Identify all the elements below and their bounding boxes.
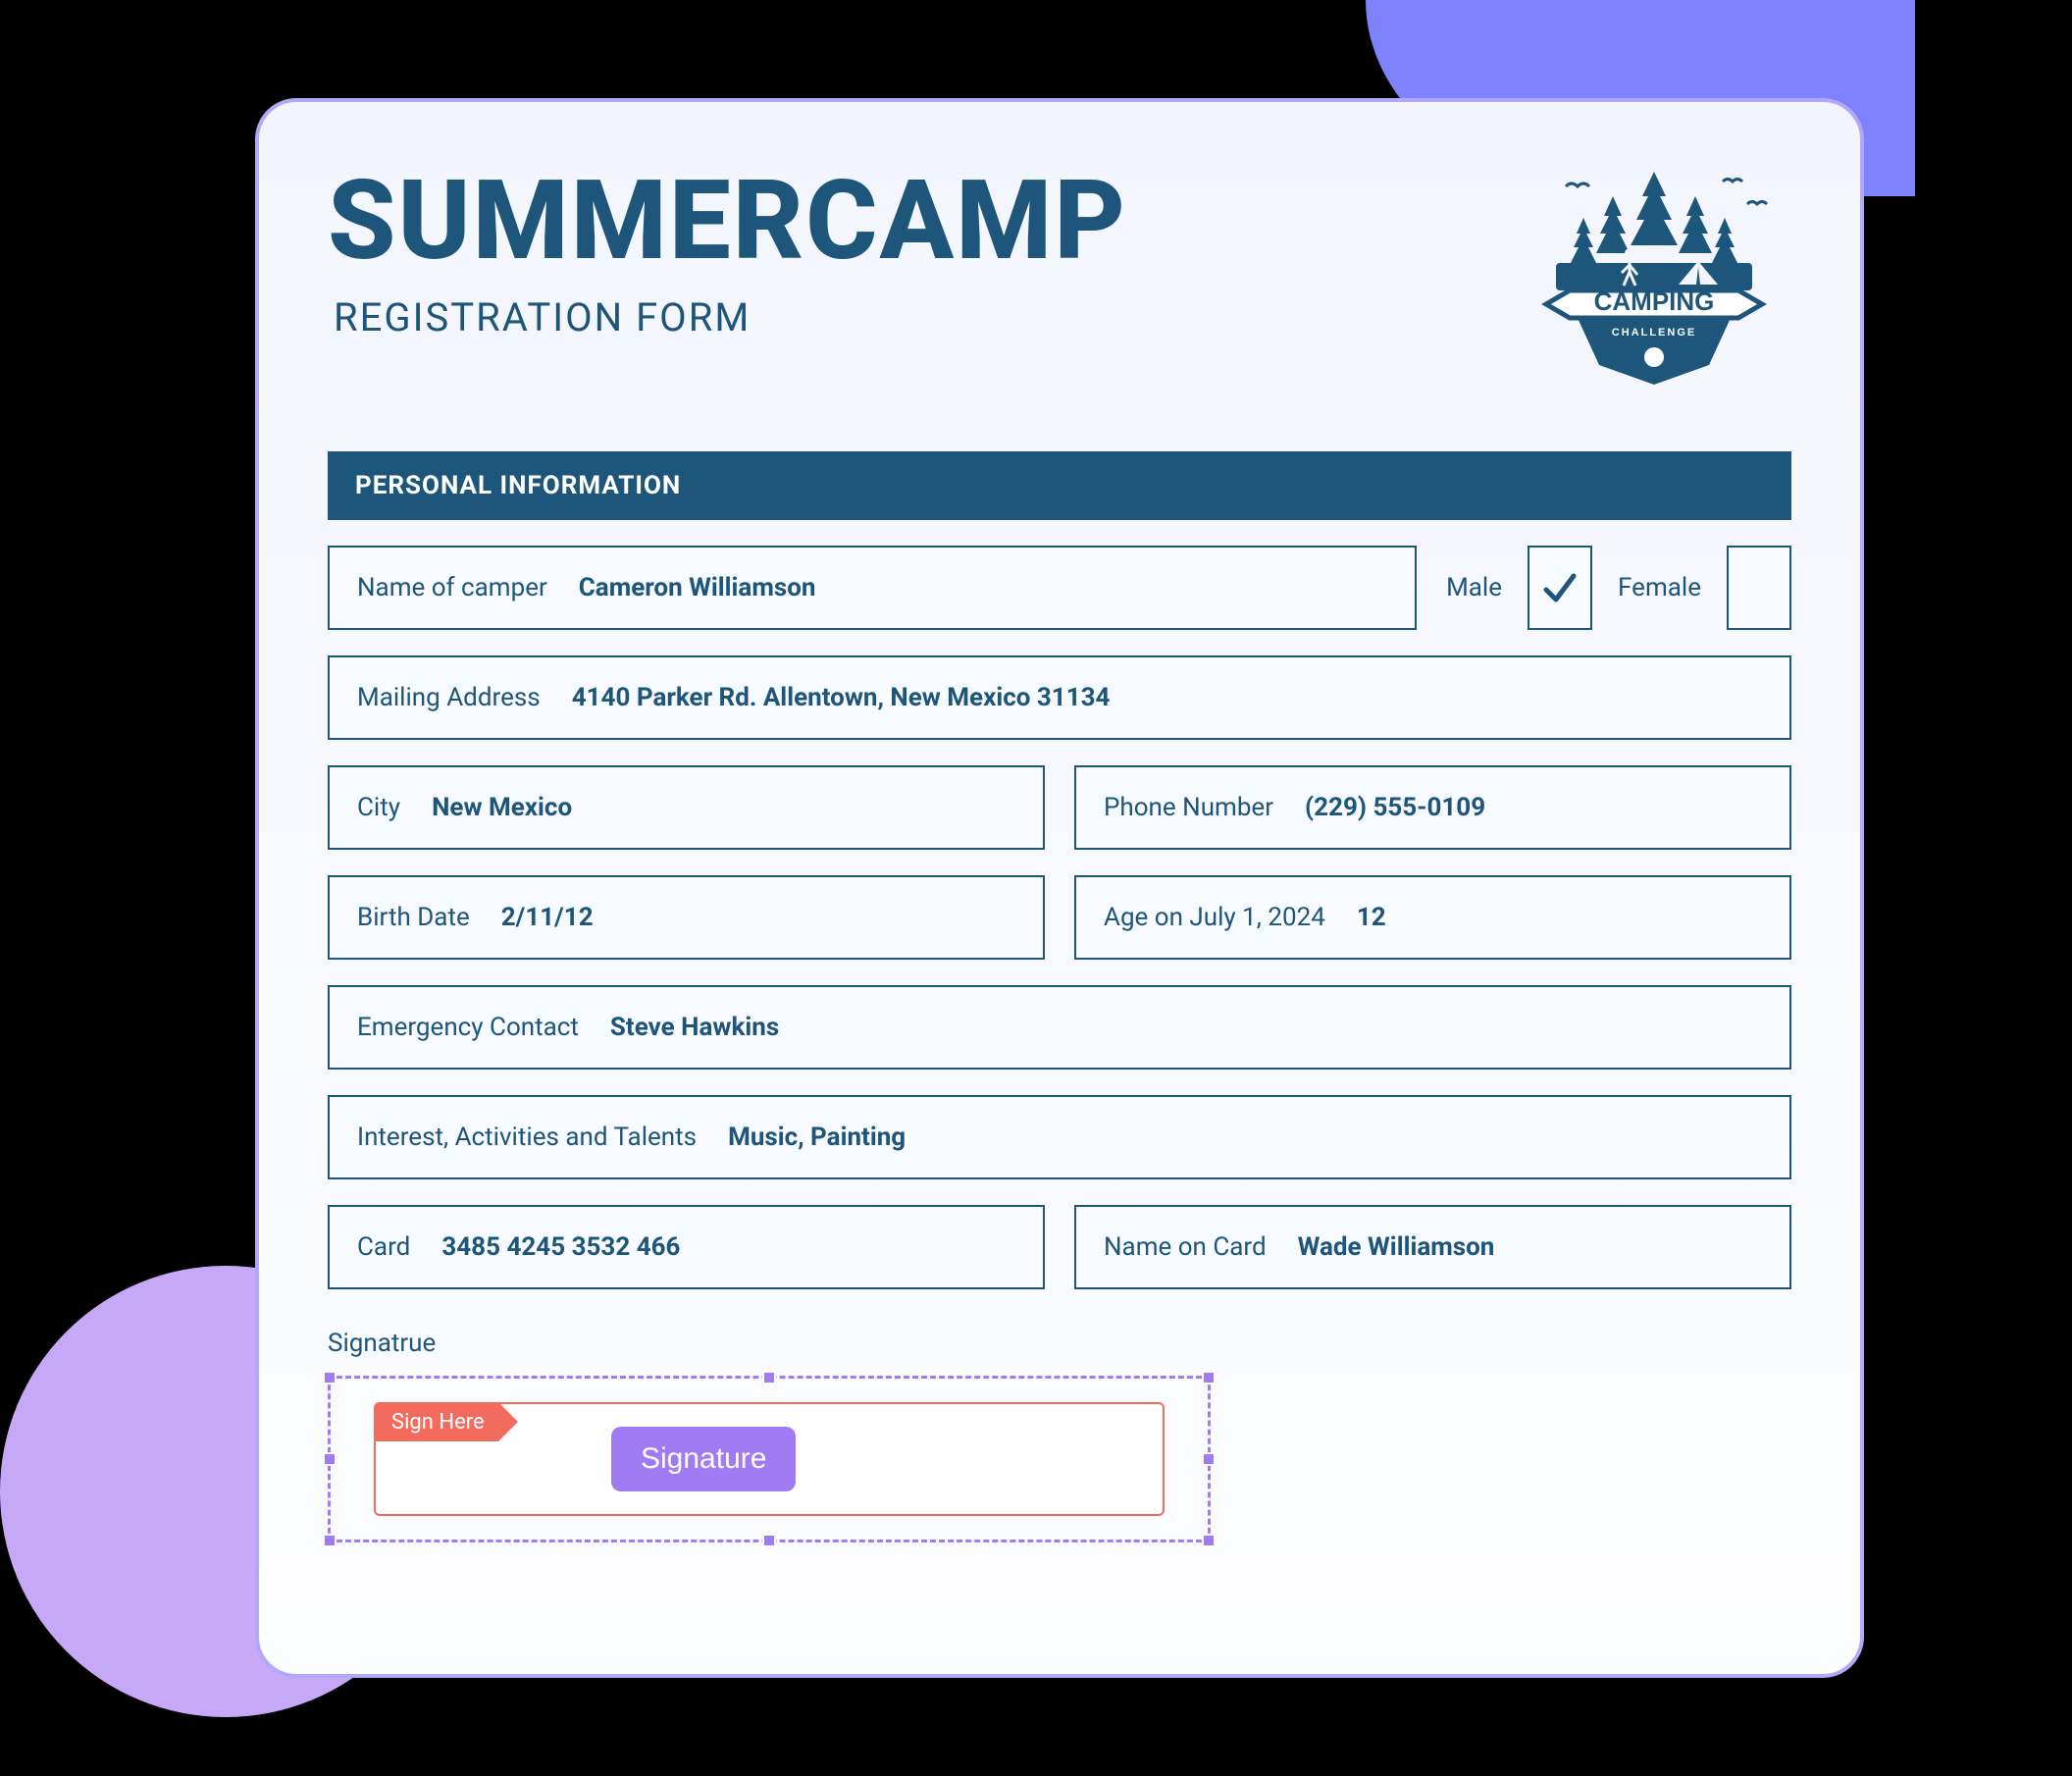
logo-subtext: CHALLENGE (1612, 327, 1696, 339)
interests-field[interactable]: Interest, Activities and Talents Music, … (328, 1095, 1791, 1179)
section-personal-info: PERSONAL INFORMATION (328, 451, 1791, 520)
name-value: Cameron Williamson (579, 573, 816, 602)
birthdate-label: Birth Date (357, 903, 470, 932)
cardname-label: Name on Card (1104, 1232, 1267, 1262)
signature-selection-frame[interactable]: Sign Here Signature (328, 1376, 1211, 1542)
name-label: Name of camper (357, 573, 547, 602)
name-field[interactable]: Name of camper Cameron Williamson (328, 546, 1417, 630)
female-checkbox[interactable] (1727, 546, 1791, 630)
checkmark-icon (1540, 568, 1580, 607)
age-label: Age on July 1, 2024 (1104, 903, 1325, 932)
interests-value: Music, Painting (728, 1123, 906, 1152)
address-value: 4140 Parker Rd. Allentown, New Mexico 31… (572, 683, 1111, 712)
card-value: 3485 4245 3532 466 (441, 1232, 680, 1262)
cardname-field[interactable]: Name on Card Wade Williamson (1074, 1205, 1791, 1289)
emergency-field[interactable]: Emergency Contact Steve Hawkins (328, 985, 1791, 1070)
logo-text: CAMPING (1594, 287, 1715, 316)
registration-card: SUMMERCAMP REGISTRATION FORM (255, 98, 1864, 1678)
phone-field[interactable]: Phone Number (229) 555-0109 (1074, 765, 1791, 850)
header-row: SUMMERCAMP REGISTRATION FORM (328, 157, 1791, 412)
emergency-label: Emergency Contact (357, 1013, 579, 1042)
address-field[interactable]: Mailing Address 4140 Parker Rd. Allentow… (328, 655, 1791, 740)
card-label: Card (357, 1232, 410, 1262)
resize-handle-icon[interactable] (762, 1371, 776, 1384)
resize-handle-icon[interactable] (323, 1371, 337, 1384)
card-field[interactable]: Card 3485 4245 3532 466 (328, 1205, 1045, 1289)
address-label: Mailing Address (357, 683, 541, 712)
birthdate-value: 2/11/12 (501, 903, 594, 932)
age-field[interactable]: Age on July 1, 2024 12 (1074, 875, 1791, 960)
form-area: Name of camper Cameron Williamson Male F… (328, 546, 1791, 1542)
male-checkbox[interactable] (1528, 546, 1592, 630)
signature-box[interactable]: Sign Here Signature (374, 1402, 1165, 1516)
title-block: SUMMERCAMP REGISTRATION FORM (328, 157, 1127, 340)
city-label: City (357, 793, 400, 822)
camping-logo-icon: CAMPING CHALLENGE (1527, 157, 1782, 412)
phone-value: (229) 555-0109 (1305, 793, 1485, 822)
page-title: SUMMERCAMP (328, 167, 1127, 277)
resize-handle-icon[interactable] (762, 1534, 776, 1547)
resize-handle-icon[interactable] (1202, 1371, 1216, 1384)
city-field[interactable]: City New Mexico (328, 765, 1045, 850)
female-label: Female (1618, 573, 1701, 602)
signature-label: Signatrue (328, 1329, 1791, 1358)
birthdate-field[interactable]: Birth Date 2/11/12 (328, 875, 1045, 960)
interests-label: Interest, Activities and Talents (357, 1123, 697, 1152)
emergency-value: Steve Hawkins (610, 1013, 779, 1042)
resize-handle-icon[interactable] (323, 1534, 337, 1547)
resize-handle-icon[interactable] (323, 1452, 337, 1466)
page-subtitle: REGISTRATION FORM (334, 294, 1127, 340)
sign-here-text: Sign Here (391, 1410, 485, 1435)
cardname-value: Wade Williamson (1298, 1232, 1495, 1262)
signature-button[interactable]: Signature (611, 1427, 796, 1491)
resize-handle-icon[interactable] (1202, 1534, 1216, 1547)
age-value: 12 (1357, 903, 1386, 932)
city-value: New Mexico (432, 793, 572, 822)
sign-here-tag: Sign Here (374, 1402, 498, 1441)
phone-label: Phone Number (1104, 793, 1273, 822)
resize-handle-icon[interactable] (1202, 1452, 1216, 1466)
gender-group: Male Female (1446, 546, 1791, 630)
male-label: Male (1446, 573, 1502, 602)
